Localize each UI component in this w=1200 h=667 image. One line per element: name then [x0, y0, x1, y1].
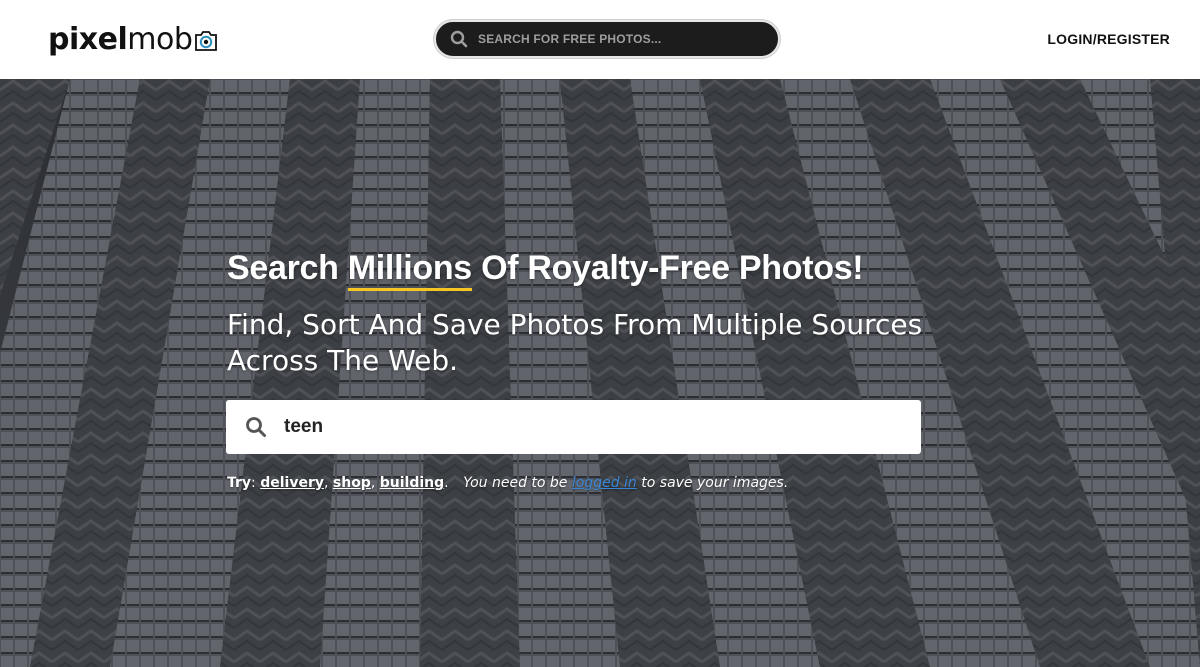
logged-in-link[interactable]: logged in [572, 475, 637, 491]
hero-section: Search Millions Of Royalty-Free Photos! … [0, 79, 1200, 667]
site-logo[interactable]: pixel mob [48, 20, 219, 60]
suggestion-link-delivery[interactable]: delivery [260, 475, 324, 491]
hero-title-post: Of Royalty-Free Photos! [471, 249, 864, 287]
site-header: pixel mob LOGIN/REGISTER [0, 0, 1200, 79]
header-search-bar[interactable] [434, 20, 780, 58]
login-note: You need to be logged in to save your im… [463, 475, 788, 491]
login-note-post: to save your images. [641, 475, 789, 491]
suggestion-link-shop[interactable]: shop [333, 475, 371, 491]
search-suggestions: Try: delivery, shop, building. You need … [227, 475, 789, 491]
camera-icon [195, 31, 218, 51]
try-label: Try [227, 475, 252, 491]
search-icon[interactable] [244, 415, 268, 439]
logo-text-light: mob [127, 22, 193, 57]
logo-text-bold: pixel [48, 22, 128, 57]
hero-subtitle: Find, Sort And Save Photos From Multiple… [227, 308, 923, 377]
login-note-pre: You need to be [463, 475, 568, 491]
hero-title: Search Millions Of Royalty-Free Photos! [227, 249, 864, 291]
search-icon[interactable] [449, 29, 469, 49]
hero-title-pre: Search [227, 249, 348, 287]
suggestion-link-building[interactable]: building [380, 475, 444, 491]
main-search-bar[interactable] [226, 400, 921, 454]
login-register-link[interactable]: LOGIN/REGISTER [1047, 31, 1170, 47]
main-search-input[interactable] [284, 416, 884, 438]
header-search-input[interactable] [478, 32, 768, 46]
hero-title-highlight: Millions [347, 249, 472, 291]
